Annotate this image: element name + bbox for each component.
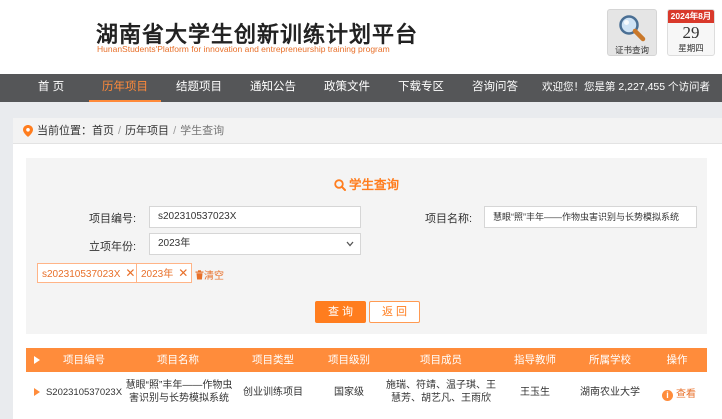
column-header-project-no: 项目编号 bbox=[63, 354, 105, 366]
year-label: 立项年份: bbox=[89, 241, 137, 253]
breadcrumb-item-past-projects[interactable]: 历年项目 bbox=[125, 125, 169, 137]
query-button[interactable]: 查 询 bbox=[315, 301, 366, 323]
nav-item-past-projects[interactable]: 历年项目 bbox=[89, 74, 161, 102]
certificate-query-button[interactable]: 证书查询 bbox=[607, 9, 657, 56]
search-form: 学生查询 项目编号: s202310537023X 项目名称: 慧眼“照”丰年—… bbox=[26, 158, 707, 334]
cell-project-level: 国家级 bbox=[334, 387, 364, 398]
clear-filters-button[interactable]: 清空 bbox=[195, 267, 224, 282]
visitor-counter: 欢迎您！您是第 2,227,455 个访问者 bbox=[541, 81, 710, 93]
column-header-advisor: 指导教师 bbox=[514, 354, 556, 366]
view-button[interactable]: i 查看 bbox=[662, 385, 696, 401]
filter-tag-label: 2023年 bbox=[141, 269, 174, 280]
breadcrumb: 当前位置：首页 / 历年项目 / 学生查询 bbox=[13, 118, 722, 144]
column-header-school: 所属学校 bbox=[589, 354, 631, 366]
filter-tag-label: s202310537023X bbox=[42, 269, 121, 280]
cell-advisor: 王玉生 bbox=[520, 387, 550, 398]
back-button[interactable]: 返 回 bbox=[369, 301, 420, 323]
view-label: 查看 bbox=[676, 389, 696, 400]
project-name-label: 项目名称: bbox=[425, 213, 473, 225]
search-title-label: 学生查询 bbox=[348, 178, 399, 192]
column-header-project-name: 项目名称 bbox=[157, 354, 199, 366]
calendar-widget: 2024年8月 29 星期四 bbox=[667, 9, 715, 56]
clear-filters-label: 清空 bbox=[204, 271, 224, 282]
filter-tag-year: 2023年 ✕ bbox=[136, 263, 193, 283]
caret-right-icon[interactable] bbox=[34, 388, 40, 396]
cell-school: 湖南农业大学 bbox=[580, 387, 640, 398]
calendar-weekday: 星期四 bbox=[678, 43, 704, 53]
nav-item-downloads[interactable]: 下载专区 bbox=[386, 74, 456, 102]
column-header-action: 操作 bbox=[666, 354, 688, 366]
project-no-label: 项目编号: bbox=[89, 213, 137, 225]
year-select[interactable]: 2023年 bbox=[149, 233, 361, 255]
cell-project-name: 慧眼“照”丰年——作物虫害识别与长势模拟系统 bbox=[125, 380, 233, 404]
results-table-header: 项目编号 项目名称 项目类型 项目级别 项目成员 指导教师 所属学校 操作 bbox=[26, 348, 707, 372]
site-header: 湖南省大学生创新训练计划平台 HunanStudents'Platform fo… bbox=[0, 0, 722, 74]
magnifier-icon bbox=[619, 15, 646, 42]
info-icon: i bbox=[662, 390, 673, 401]
cell-project-no: S202310537023X bbox=[45, 387, 123, 398]
nav-item-completed-projects[interactable]: 结题项目 bbox=[164, 74, 234, 102]
cell-project-type: 创业训练项目 bbox=[243, 387, 303, 398]
location-pin-icon bbox=[23, 125, 33, 137]
breadcrumb-item-current: 学生查询 bbox=[180, 125, 225, 137]
calendar-day: 29 bbox=[682, 23, 700, 42]
breadcrumb-separator: / bbox=[173, 125, 177, 137]
nav-item-qa[interactable]: 咨询问答 bbox=[460, 74, 530, 102]
close-icon[interactable]: ✕ bbox=[125, 266, 135, 280]
project-no-input[interactable]: s202310537023X bbox=[149, 206, 361, 228]
breadcrumb-separator: / bbox=[118, 125, 122, 137]
nav-item-policies[interactable]: 政策文件 bbox=[312, 74, 382, 102]
calendar-month: 2024年8月 bbox=[668, 10, 714, 23]
site-subtitle: HunanStudents'Platform for innovation an… bbox=[97, 44, 390, 54]
table-row[interactable]: S202310537023X 慧眼“照”丰年——作物虫害识别与长势模拟系统 创业… bbox=[26, 372, 707, 412]
nav-item-notices[interactable]: 通知公告 bbox=[238, 74, 308, 102]
search-icon bbox=[334, 179, 346, 191]
certificate-query-label: 证书查询 bbox=[614, 45, 649, 55]
column-header-project-level: 项目级别 bbox=[328, 354, 370, 366]
chevron-down-icon bbox=[346, 241, 354, 247]
main-nav: 首 页 历年项目 结题项目 通知公告 政策文件 下载专区 咨询问答 欢迎您！您是… bbox=[0, 74, 722, 102]
breadcrumb-prefix: 当前位置： bbox=[37, 125, 92, 137]
column-header-members: 项目成员 bbox=[420, 354, 462, 366]
column-header-project-type: 项目类型 bbox=[252, 354, 294, 366]
caret-right-icon bbox=[34, 356, 40, 364]
filter-tag-project-no: s202310537023X ✕ bbox=[37, 263, 140, 283]
breadcrumb-text: 当前位置：首页 / 历年项目 / 学生查询 bbox=[37, 118, 224, 144]
cell-members: 施瑞、符靖、温子琪、王慧芳、胡艺凡、王雨欣 bbox=[386, 380, 496, 404]
close-icon[interactable]: ✕ bbox=[178, 266, 188, 280]
search-title: 学生查询 bbox=[26, 174, 707, 193]
project-name-input[interactable]: 慧眼“照”丰年——作物虫害识别与长势模拟系统 bbox=[484, 206, 697, 228]
trash-icon bbox=[195, 270, 204, 280]
year-select-value: 2023年 bbox=[158, 238, 191, 249]
breadcrumb-item-home[interactable]: 首页 bbox=[92, 125, 114, 137]
nav-item-home[interactable]: 首 页 bbox=[22, 74, 80, 102]
